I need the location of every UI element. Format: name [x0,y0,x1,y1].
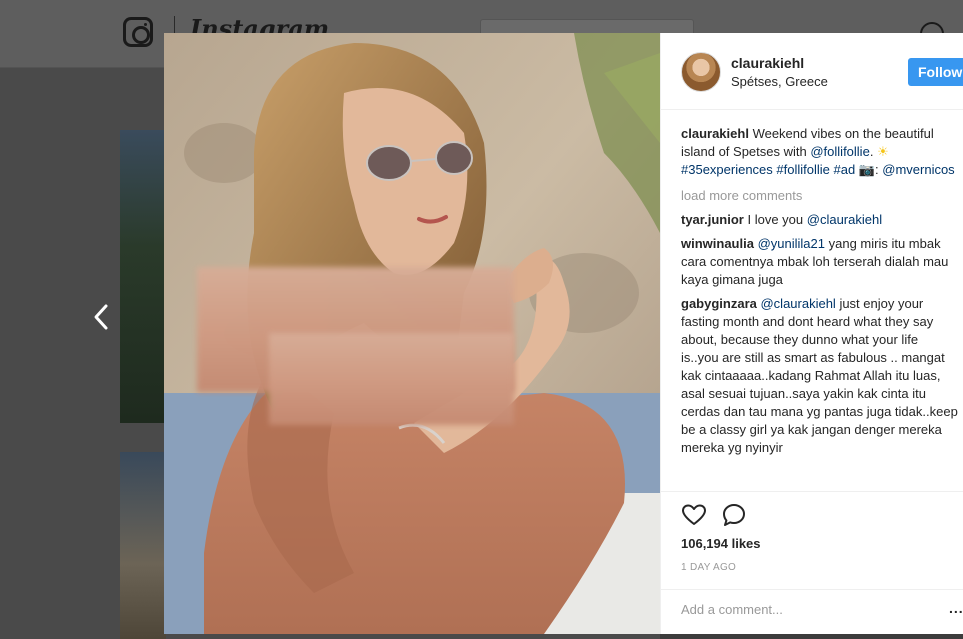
speech-bubble-icon[interactable] [721,502,747,528]
more-options-button[interactable]: ... [949,600,963,616]
heart-outline-icon[interactable] [681,502,707,528]
blurred-region [269,333,514,425]
comment-username[interactable]: tyar.junior [681,212,744,227]
post-header: claurakiehl Spétses, Greece Follow [661,33,963,110]
load-more-comments-link[interactable]: load more comments [681,187,959,205]
comment-mention[interactable]: @yunilila21 [758,236,825,251]
post-location[interactable]: Spétses, Greece [731,74,828,89]
comment-item: tyar.junior I love you @claurakiehl [681,211,959,229]
post-sidebar: claurakiehl Spétses, Greece Follow claur… [660,33,963,634]
post-modal: claurakiehl Spétses, Greece Follow claur… [164,33,963,634]
caption-hashtags[interactable]: #35experiences #follifollie #ad [681,162,855,177]
caption-mention-photographer[interactable]: @mvernicos [882,162,954,177]
caption-period: . [869,144,874,159]
instagram-camera-icon[interactable] [123,17,153,47]
follow-button[interactable]: Follow [908,58,963,86]
avatar[interactable] [681,52,721,92]
comment-username[interactable]: winwinaulia [681,236,754,251]
likes-count[interactable]: 106,194 likes [681,536,761,551]
post-username[interactable]: claurakiehl [731,55,804,71]
comment-item: winwinaulia @yunilila21 yang miris itu m… [681,235,959,289]
caption: claurakiehl Weekend vibes on the beautif… [681,125,959,179]
comment-mention[interactable]: @claurakiehl [807,212,882,227]
comment-text: just enjoy your fasting month and dont h… [681,296,958,455]
post-actions: 106,194 likes 1 DAY AGO [661,491,963,573]
add-comment-bar: ... [661,589,963,634]
chevron-left-icon [94,304,108,330]
post-photo[interactable] [164,33,660,634]
grid-thumbnail[interactable] [120,130,166,423]
caption-colon: : [875,162,879,177]
comment-text: I love you [747,212,807,227]
camera-emoji-icon: 📷 [858,162,875,177]
add-comment-input[interactable] [681,602,921,617]
post-timestamp[interactable]: 1 DAY AGO [681,562,736,573]
grid-thumbnail[interactable] [120,452,166,639]
caption-mention[interactable]: @follifollie [810,144,869,159]
comment-mention[interactable]: @claurakiehl [760,296,835,311]
previous-post-button[interactable] [88,300,114,334]
comments-list: claurakiehl Weekend vibes on the beautif… [681,125,959,463]
sun-emoji-icon: ☀ [877,144,889,159]
caption-username[interactable]: claurakiehl [681,126,749,141]
comment-username[interactable]: gabyginzara [681,296,757,311]
comment-item: gabyginzara @claurakiehl just enjoy your… [681,295,959,457]
action-icons [681,502,747,528]
